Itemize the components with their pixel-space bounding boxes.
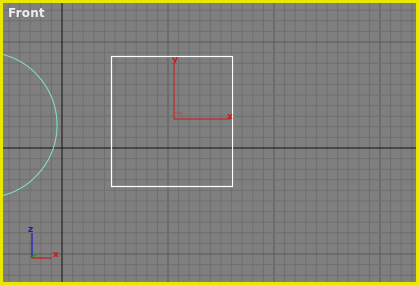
viewport-canvas[interactable]: y x z x bbox=[3, 3, 416, 282]
tripod-z-label: z bbox=[28, 225, 33, 235]
axis-tripod: z x bbox=[28, 225, 59, 260]
gizmo-x-label: x bbox=[227, 112, 233, 122]
construction-grid bbox=[3, 3, 416, 282]
transform-gizmo[interactable]: y x bbox=[172, 55, 233, 122]
gizmo-y-label: y bbox=[172, 55, 178, 65]
viewport-label[interactable]: Front bbox=[8, 6, 45, 20]
tripod-x-label: x bbox=[53, 250, 59, 260]
front-viewport[interactable]: y x z x Front bbox=[0, 0, 419, 285]
rectangle-shape[interactable] bbox=[110, 55, 234, 188]
